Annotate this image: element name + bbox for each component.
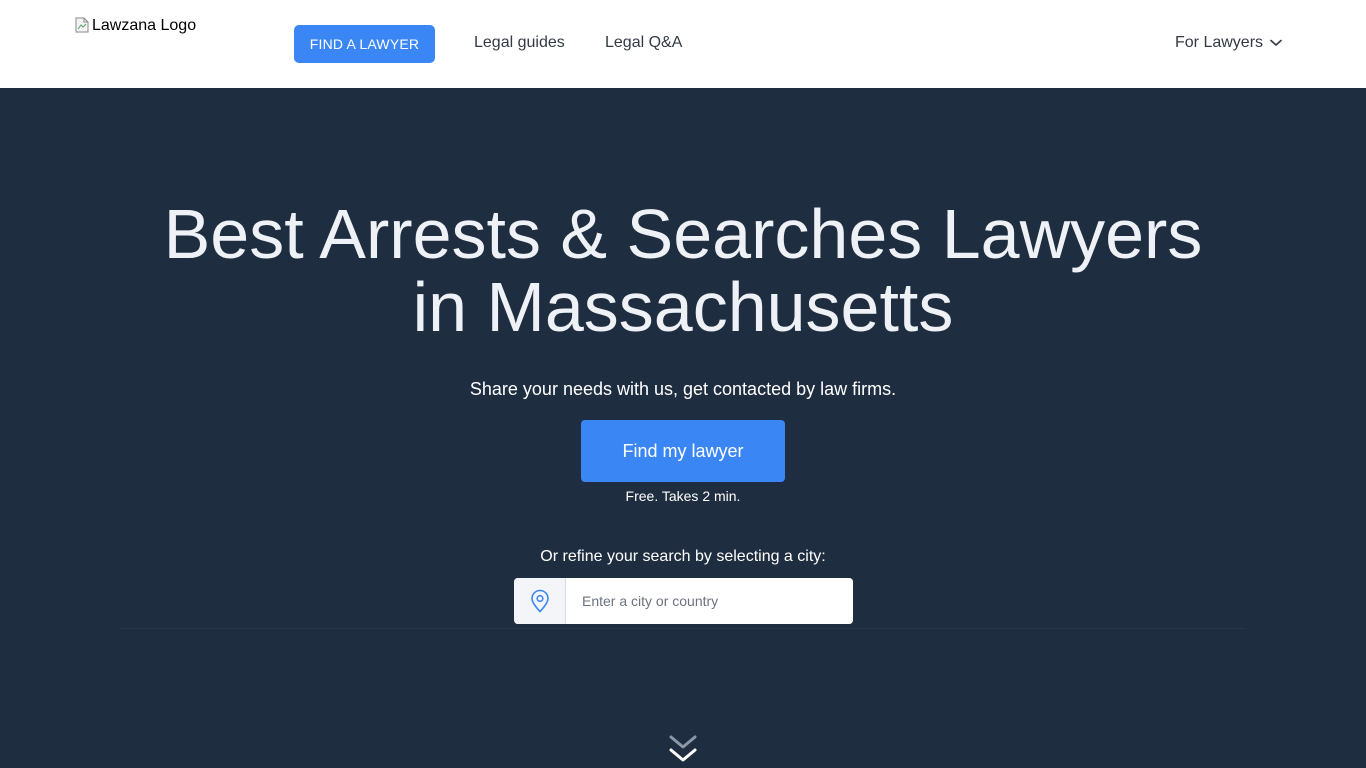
page-title: Best Arrests & Searches Lawyers in Massa… <box>0 198 1366 344</box>
city-search-input[interactable] <box>566 578 853 624</box>
logo-link[interactable]: Lawzana Logo <box>75 17 196 35</box>
cta-note: Free. Takes 2 min. <box>625 488 741 504</box>
nav-link-legal-qa[interactable]: Legal Q&A <box>605 34 682 52</box>
page-title-line-1: Best Arrests & Searches Lawyers <box>163 195 1203 273</box>
broken-image-icon <box>75 17 91 33</box>
find-my-lawyer-button[interactable]: Find my lawyer <box>581 420 785 482</box>
page-title-line-2: in Massachusetts <box>412 268 954 346</box>
for-lawyers-label: For Lawyers <box>1175 34 1264 51</box>
chevron-down-icon <box>1270 34 1282 52</box>
hero-subtitle: Share your needs with us, get contacted … <box>469 379 897 399</box>
logo-alt-text: Lawzana Logo <box>92 17 197 34</box>
refine-search-label: Or refine your search by selecting a cit… <box>540 548 826 565</box>
city-search-box <box>514 578 853 624</box>
divider <box>120 628 1246 629</box>
find-a-lawyer-button[interactable]: FIND A LAWYER <box>294 25 435 63</box>
map-pin-icon <box>514 578 566 624</box>
double-chevron-down-icon[interactable] <box>668 734 698 766</box>
for-lawyers-dropdown[interactable]: For Lawyers <box>1175 34 1282 52</box>
site-header: Lawzana Logo FIND A LAWYER Legal guides … <box>0 0 1366 88</box>
nav-link-legal-guides[interactable]: Legal guides <box>474 34 565 52</box>
